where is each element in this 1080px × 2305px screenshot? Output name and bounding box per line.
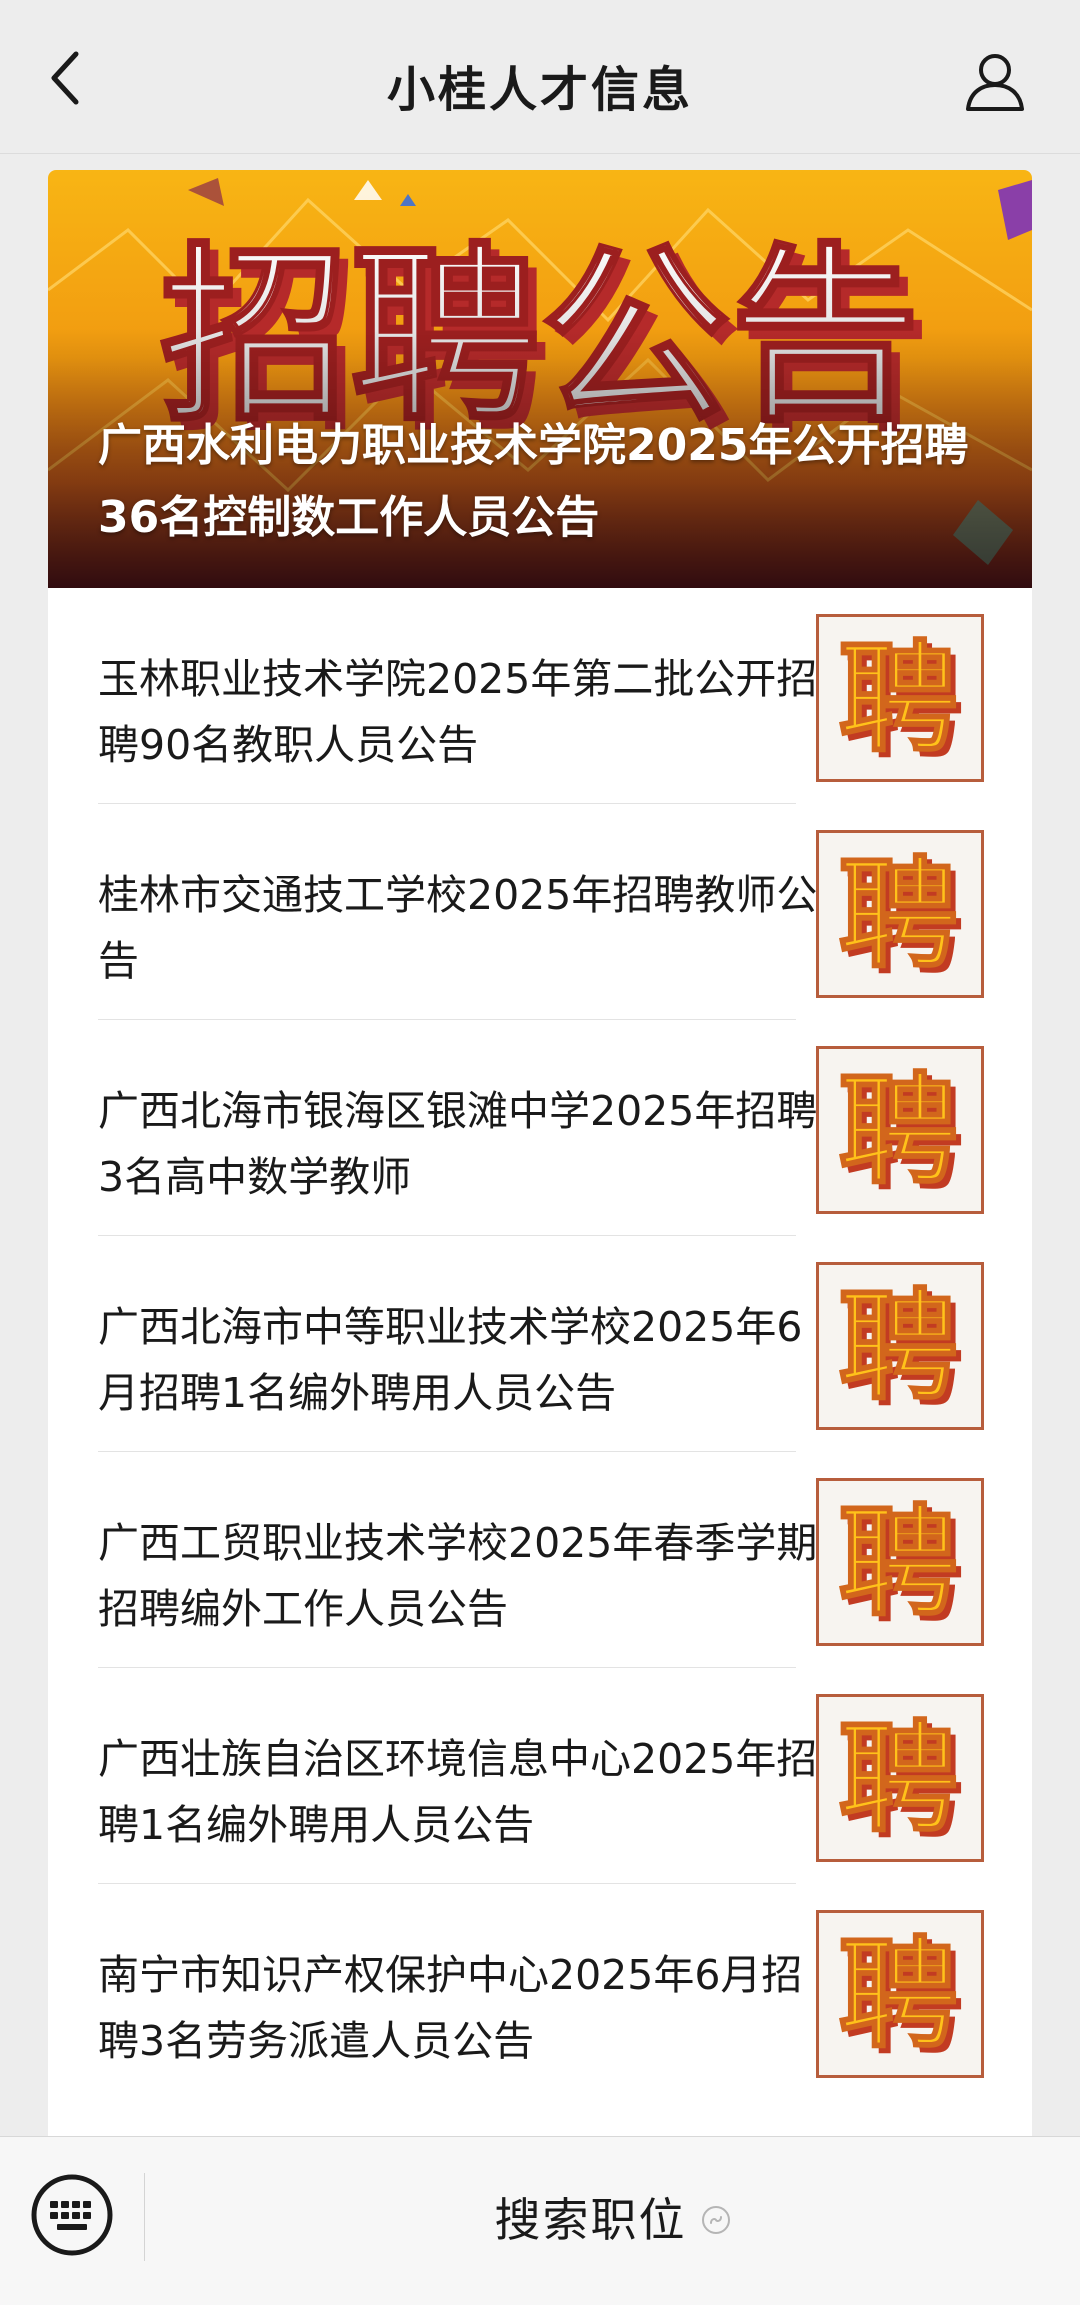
recruit-badge-icon: 聘 聘 — [837, 1709, 964, 1853]
article-list: 玉林职业技术学院2025年第二批公开招聘90名教职人员公告 聘 聘 桂林市交通技… — [48, 588, 1032, 2100]
article-thumbnail: 聘 聘 — [816, 1694, 984, 1862]
bottom-menu-bar: 搜索职位 — [0, 2136, 1080, 2305]
article-title: 广西壮族自治区环境信息中心2025年招聘1名编外聘用人员公告 — [98, 1735, 818, 1849]
article-thumbnail: 聘 聘 — [816, 1046, 984, 1214]
article-item[interactable]: 广西工贸职业技术学校2025年春季学期招聘编外工作人员公告 聘 聘 — [48, 1452, 1032, 1668]
recruit-badge-icon: 聘 聘 — [837, 629, 964, 773]
svg-text:聘: 聘 — [838, 1494, 958, 1633]
article-thumbnail: 聘 聘 — [816, 1478, 984, 1646]
article-title: 玉林职业技术学院2025年第二批公开招聘90名教职人员公告 — [98, 655, 818, 769]
article-thumbnail: 聘 聘 — [816, 1262, 984, 1430]
svg-text:聘: 聘 — [838, 630, 958, 769]
article-item[interactable]: 广西北海市中等职业技术学校2025年6月招聘1名编外聘用人员公告 聘 聘 — [48, 1236, 1032, 1452]
menu-label: 搜索职位 — [494, 2193, 687, 2247]
mini-program-icon — [701, 2206, 730, 2234]
profile-button[interactable] — [962, 50, 1028, 114]
article-feed: 招聘公告 招聘公告 广西水利电力职业技术学院2025年公开招聘36名控制数工作人… — [48, 170, 1032, 2136]
article-title: 桂林市交通技工学校2025年招聘教师公告 — [98, 871, 818, 985]
article-title: 广西北海市银海区银滩中学2025年招聘3名高中数学教师 — [98, 1087, 818, 1201]
keyboard-toggle-button[interactable] — [30, 2173, 114, 2257]
keyboard-icon — [31, 2174, 113, 2256]
article-thumbnail: 聘 聘 — [816, 1910, 984, 2078]
article-thumbnail: 聘 聘 — [816, 614, 984, 782]
user-icon — [966, 54, 1024, 111]
article-item[interactable]: 广西壮族自治区环境信息中心2025年招聘1名编外聘用人员公告 聘 聘 — [48, 1668, 1032, 1884]
article-item[interactable]: 南宁市知识产权保护中心2025年6月招聘3名劳务派遣人员公告 聘 聘 — [48, 1884, 1032, 2100]
recruit-badge-icon: 聘 聘 — [837, 1925, 964, 2069]
svg-text:聘: 聘 — [838, 1926, 958, 2065]
svg-text:聘: 聘 — [838, 846, 958, 985]
featured-article[interactable]: 招聘公告 招聘公告 广西水利电力职业技术学院2025年公开招聘36名控制数工作人… — [48, 170, 1032, 588]
featured-article-title: 广西水利电力职业技术学院2025年公开招聘36名控制数工作人员公告 — [98, 420, 969, 543]
article-item[interactable]: 广西北海市银海区银滩中学2025年招聘3名高中数学教师 聘 聘 — [48, 1020, 1032, 1236]
svg-text:聘: 聘 — [838, 1710, 958, 1849]
nav-header: 小桂人才信息 — [0, 0, 1080, 154]
svg-text:聘: 聘 — [838, 1278, 958, 1417]
recruit-badge-icon: 聘 聘 — [837, 1493, 964, 1637]
search-jobs-button[interactable]: 搜索职位 — [145, 2137, 1080, 2297]
article-thumbnail: 聘 聘 — [816, 830, 984, 998]
page-title: 小桂人才信息 — [386, 62, 693, 118]
recruit-badge-icon: 聘 聘 — [837, 1061, 964, 1205]
recruit-badge-icon: 聘 聘 — [837, 1277, 964, 1421]
article-title: 南宁市知识产权保护中心2025年6月招聘3名劳务派遣人员公告 — [98, 1951, 803, 2065]
recruit-badge-icon: 聘 聘 — [837, 845, 964, 989]
article-title: 广西北海市中等职业技术学校2025年6月招聘1名编外聘用人员公告 — [98, 1303, 803, 1417]
article-title: 广西工贸职业技术学校2025年春季学期招聘编外工作人员公告 — [98, 1519, 818, 1633]
article-item[interactable]: 桂林市交通技工学校2025年招聘教师公告 聘 聘 — [48, 804, 1032, 1020]
article-item[interactable]: 玉林职业技术学院2025年第二批公开招聘90名教职人员公告 聘 聘 — [48, 588, 1032, 804]
svg-text:聘: 聘 — [838, 1062, 958, 1201]
